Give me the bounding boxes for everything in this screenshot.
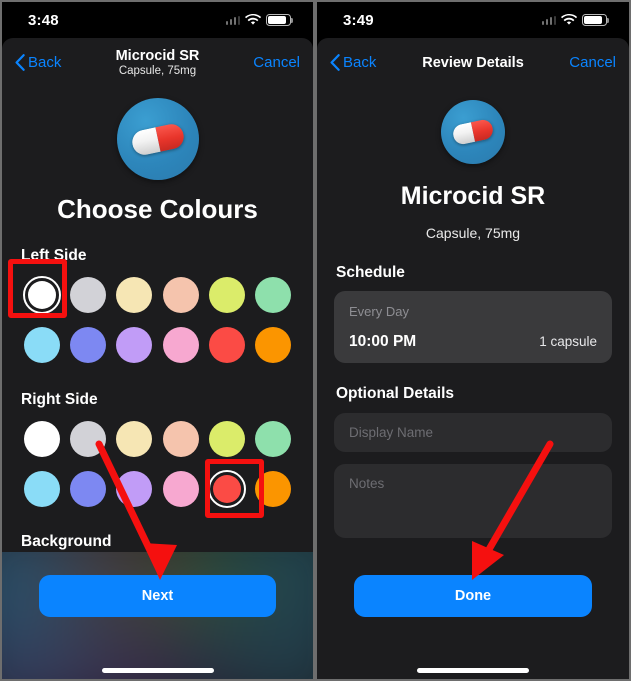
swatch-yellow-green[interactable] xyxy=(206,274,248,316)
left-side-swatch-grid xyxy=(2,274,313,366)
swatch-mint-green[interactable] xyxy=(252,274,294,316)
left-phone-screen: 3:48 Back Microcid SR Capsule, 75mg Canc… xyxy=(0,0,315,681)
optional-details-section: Optional Details Display Name Notes xyxy=(317,385,629,538)
left-side-label: Left Side xyxy=(21,247,87,264)
swatch-cream[interactable] xyxy=(113,418,155,460)
right-side-section: Right Side xyxy=(2,391,313,510)
page-title: Microcid SR xyxy=(115,48,200,64)
background-label: Background xyxy=(21,533,112,550)
status-bar-indicators xyxy=(541,14,610,26)
medication-name: Microcid SR xyxy=(400,182,546,210)
left-nav-bar: Back Microcid SR Capsule, 75mg Cancel xyxy=(2,38,313,87)
capsule-shape xyxy=(129,121,186,157)
capsule-pill-icon xyxy=(441,100,505,164)
left-screen-content: Choose Colours Left Side Right Side Back… xyxy=(2,87,313,679)
battery-icon xyxy=(266,14,294,26)
display-name-input[interactable]: Display Name xyxy=(334,413,612,452)
schedule-dose-row: 10:00 PM 1 capsule xyxy=(349,333,597,351)
swatch-sky-blue[interactable] xyxy=(21,324,63,366)
capsule-right-half xyxy=(154,121,186,152)
swatch-pink[interactable] xyxy=(160,324,202,366)
schedule-time: 10:00 PM xyxy=(349,333,417,350)
status-bar-time: 3:48 xyxy=(28,11,59,29)
back-button-label: Back xyxy=(28,54,62,71)
right-status-bar: 3:49 xyxy=(317,2,629,38)
chevron-left-icon xyxy=(15,54,25,71)
swatch-mint-green[interactable] xyxy=(252,418,294,460)
swatch-white[interactable] xyxy=(21,274,63,316)
swatch-periwinkle[interactable] xyxy=(67,324,109,366)
back-button-label: Back xyxy=(343,54,377,71)
capsule-shape xyxy=(451,118,495,146)
schedule-label: Schedule xyxy=(336,264,405,281)
notes-input[interactable]: Notes xyxy=(334,464,612,538)
optional-details-label: Optional Details xyxy=(336,385,454,402)
swatch-orange[interactable] xyxy=(252,324,294,366)
home-indicator[interactable] xyxy=(101,668,214,673)
right-side-swatch-grid xyxy=(2,418,313,510)
capsule-right-half xyxy=(470,118,495,142)
wifi-icon xyxy=(561,14,577,26)
notes-placeholder: Notes xyxy=(349,476,385,491)
display-name-placeholder: Display Name xyxy=(349,425,434,440)
swatch-pink[interactable] xyxy=(160,468,202,510)
done-button[interactable]: Done xyxy=(354,575,592,617)
left-side-section: Left Side xyxy=(2,247,313,366)
choose-colours-heading: Choose Colours xyxy=(57,194,258,224)
swatch-light-gray[interactable] xyxy=(67,418,109,460)
left-hero: Choose Colours xyxy=(2,87,313,225)
right-phone-screen: 3:49 Back Review Details Cancel Microcid… xyxy=(315,0,631,681)
swatch-orange[interactable] xyxy=(252,468,294,510)
schedule-quantity: 1 capsule xyxy=(539,334,597,349)
swatch-sky-blue[interactable] xyxy=(21,468,63,510)
schedule-section: Schedule Every Day 10:00 PM 1 capsule xyxy=(317,264,629,363)
right-hero xyxy=(317,87,629,164)
wifi-icon xyxy=(245,14,261,26)
swatch-peach[interactable] xyxy=(160,274,202,316)
cancel-button[interactable]: Cancel xyxy=(569,54,616,71)
status-bar-indicators xyxy=(225,14,294,26)
cellular-signal-icon xyxy=(225,15,240,25)
chevron-left-icon xyxy=(330,54,340,71)
swatch-yellow-green[interactable] xyxy=(206,418,248,460)
screenshot-stage: 3:48 Back Microcid SR Capsule, 75mg Canc… xyxy=(0,0,631,681)
home-indicator[interactable] xyxy=(417,668,529,673)
medication-dosage: Capsule, 75mg xyxy=(425,225,521,241)
swatch-light-gray[interactable] xyxy=(67,274,109,316)
swatch-red[interactable] xyxy=(206,324,248,366)
swatch-periwinkle[interactable] xyxy=(67,468,109,510)
cellular-signal-icon xyxy=(541,15,556,25)
cancel-button[interactable]: Cancel xyxy=(253,54,300,71)
swatch-peach[interactable] xyxy=(160,418,202,460)
swatch-cream[interactable] xyxy=(113,274,155,316)
page-title: Review Details xyxy=(422,54,524,71)
left-status-bar: 3:48 xyxy=(2,2,313,38)
right-side-label: Right Side xyxy=(21,391,98,408)
next-button[interactable]: Next xyxy=(39,575,276,617)
page-subtitle: Capsule, 75mg xyxy=(118,65,197,77)
schedule-card[interactable]: Every Day 10:00 PM 1 capsule xyxy=(334,291,612,363)
schedule-frequency: Every Day xyxy=(349,304,409,319)
capsule-pill-icon xyxy=(116,98,199,180)
swatch-lavender[interactable] xyxy=(113,324,155,366)
right-screen-content: Microcid SR Capsule, 75mg Schedule Every… xyxy=(317,87,629,679)
right-nav-bar: Back Review Details Cancel xyxy=(317,38,629,87)
status-bar-time: 3:49 xyxy=(343,11,374,29)
battery-icon xyxy=(582,14,610,26)
back-button[interactable]: Back xyxy=(330,54,376,71)
back-button[interactable]: Back xyxy=(15,54,61,71)
swatch-lavender[interactable] xyxy=(113,468,155,510)
swatch-red[interactable] xyxy=(206,468,248,510)
swatch-white[interactable] xyxy=(21,418,63,460)
